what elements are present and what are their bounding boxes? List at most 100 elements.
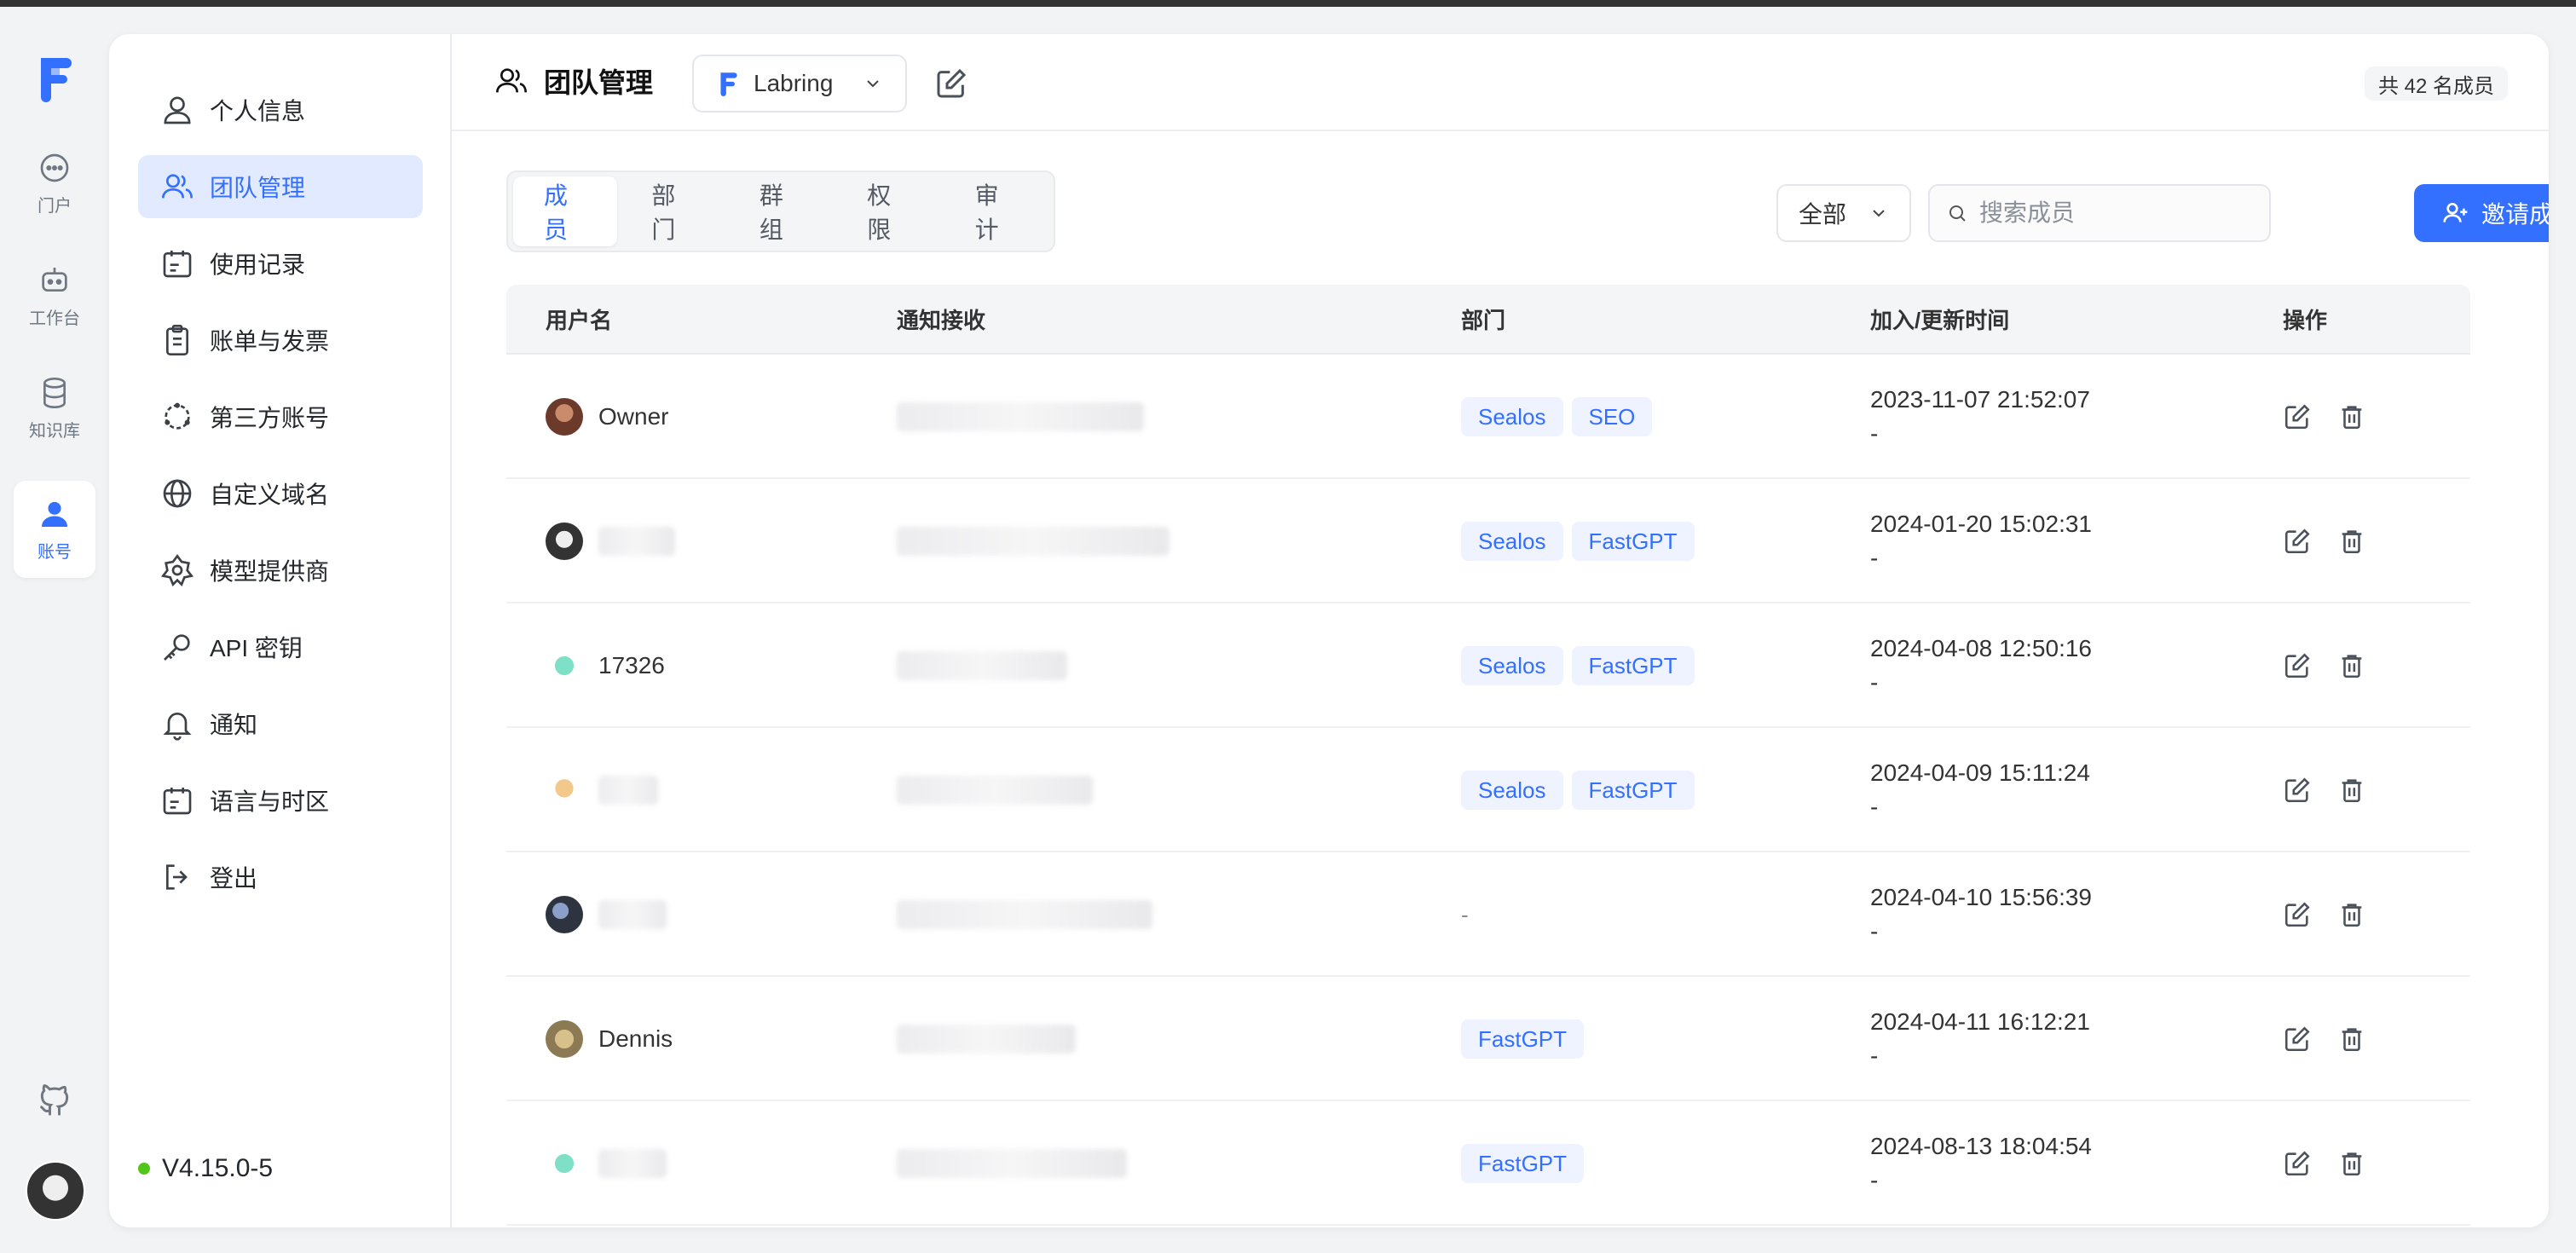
edit-icon[interactable] [2283,1149,2312,1178]
notify-cell [897,355,1144,479]
rail-item-portal[interactable]: 门户 [14,135,95,232]
edit-icon[interactable] [2283,1025,2312,1054]
edit-icon[interactable] [2283,900,2312,929]
update-time: - [1870,1167,1879,1193]
user-cell: 17326 [546,603,665,728]
tab-groups[interactable]: 群组 [729,176,833,246]
database-icon [43,377,66,408]
subnav-item-usage[interactable]: 使用记录 [138,232,423,295]
subnav-item-model-provider[interactable]: 模型提供商 [138,539,423,602]
delete-icon[interactable] [2337,776,2366,805]
team-selector[interactable]: Labring [692,55,907,113]
dept-cell: Sealos FastGPT [1461,603,1703,728]
column-header-time: 加入/更新时间 [1870,307,2010,333]
table-row: Sealos FastGPT 2024-01-20 15:02:31 - [506,479,2470,603]
key-icon [164,634,190,661]
delete-icon[interactable] [2337,527,2366,556]
update-time: - [1870,918,1879,944]
calendar-icon [163,251,192,278]
status-online-dot [138,1163,150,1175]
table-row: FastGPT 2024-08-13 18:04:54 - [506,1101,2470,1226]
team-icon [162,174,193,199]
actions-cell [2283,728,2366,852]
fastgpt-logo-icon[interactable] [32,53,77,104]
subnav-item-label: 登出 [210,865,258,892]
rail-item-label: 知识库 [29,421,80,441]
delete-icon[interactable] [2337,1025,2366,1054]
tab-permissions[interactable]: 权限 [836,176,940,246]
no-department: - [1461,901,1469,927]
subnav-item-third-party[interactable]: 第三方账号 [138,385,423,448]
main-card: 个人信息 团队管理 使用记录 账单与发票 第三方账号 自定义域名 模型提供商 A… [109,34,2549,1227]
invite-label: 邀请成员 [2481,201,2549,228]
rail-item-knowledge[interactable]: 知识库 [14,360,95,457]
github-icon[interactable] [36,1081,73,1118]
actions-cell [2283,603,2366,728]
subnav-item-label: 语言与时区 [210,788,330,815]
redacted-contact [897,776,1093,805]
tab-members[interactable]: 成员 [513,176,618,246]
subnav-item-team[interactable]: 团队管理 [138,155,423,218]
subnav-item-domain[interactable]: 自定义域名 [138,462,423,525]
dept-cell: Sealos FastGPT [1461,728,1703,852]
edit-icon[interactable] [2283,402,2312,431]
chevron-down-icon [867,80,879,88]
subnav-item-notify[interactable]: 通知 [138,692,423,755]
notify-cell [897,852,1152,977]
model-icon [160,554,194,587]
username: 17326 [598,652,665,678]
edit-icon[interactable] [2283,527,2312,556]
tab-audit[interactable]: 审计 [944,176,1048,246]
notify-cell [897,479,1170,603]
department-tag: FastGPT [1461,1144,1585,1183]
actions-cell [2283,479,2366,603]
table-row: Sealos FastGPT 2024-04-09 15:11:24 - [506,728,2470,852]
redacted-contact [897,1149,1127,1178]
rail-item-account[interactable]: 账号 [14,481,95,578]
user-cell: Owner [546,355,668,479]
join-time: 2023-11-07 21:52:07 [1870,386,2090,413]
edit-icon[interactable] [2283,651,2312,680]
redacted-username [598,1149,667,1178]
subnav-item-logout[interactable]: 登出 [138,846,423,909]
subnav-item-language[interactable]: 语言与时区 [138,769,423,832]
delete-icon[interactable] [2337,1149,2366,1178]
actions-cell [2283,1101,2366,1226]
username: Dennis [598,1025,673,1052]
notify-cell [897,1101,1127,1226]
table-row: 17326 Sealos FastGPT 2024-04-08 12:50:16… [506,603,2470,728]
subnav-item-profile[interactable]: 个人信息 [138,78,423,141]
time-cell: 2023-11-07 21:52:07 - [1870,355,2090,479]
actions-cell [2283,355,2366,479]
subnav-item-api-key[interactable]: API 密钥 [138,615,423,678]
update-time: - [1870,669,1879,696]
join-time: 2024-04-10 15:56:39 [1870,884,2092,910]
join-time: 2024-04-11 16:12:21 [1870,1008,2090,1035]
subnav-item-label: 团队管理 [210,175,306,201]
table-header: 用户名 通知接收 部门 加入/更新时间 操作 [506,285,2470,355]
column-header-username: 用户名 [546,307,613,333]
user-avatar[interactable] [26,1161,85,1221]
status-filter-select[interactable]: 全部 [1776,184,1911,242]
delete-icon[interactable] [2337,402,2366,431]
update-time: - [1870,794,1879,820]
delete-icon[interactable] [2337,651,2366,680]
tab-departments[interactable]: 部门 [621,176,725,246]
invite-member-button[interactable]: 邀请成员 [2414,184,2549,242]
edit-team-icon[interactable] [934,66,968,101]
rail-item-workbench[interactable]: 工作台 [14,247,95,344]
table-row: Owner Sealos SEO 2023-11-07 21:52:07 - [506,355,2470,479]
user-cell [546,852,667,977]
delete-icon[interactable] [2337,900,2366,929]
time-cell: 2024-04-08 12:50:16 - [1870,603,2092,728]
edit-icon[interactable] [2283,776,2312,805]
add-user-icon [2443,203,2468,222]
update-time: - [1870,1042,1879,1069]
search-input[interactable] [1979,199,2252,227]
department-tag: Sealos [1461,771,1563,810]
redacted-contact [897,900,1152,929]
share-nodes-icon [165,402,190,430]
members-table: 用户名 通知接收 部门 加入/更新时间 操作 Owner Sealos SEO … [506,285,2470,1226]
member-count-badge: 共 42 名成员 [2364,66,2508,101]
subnav-item-billing[interactable]: 账单与发票 [138,309,423,372]
